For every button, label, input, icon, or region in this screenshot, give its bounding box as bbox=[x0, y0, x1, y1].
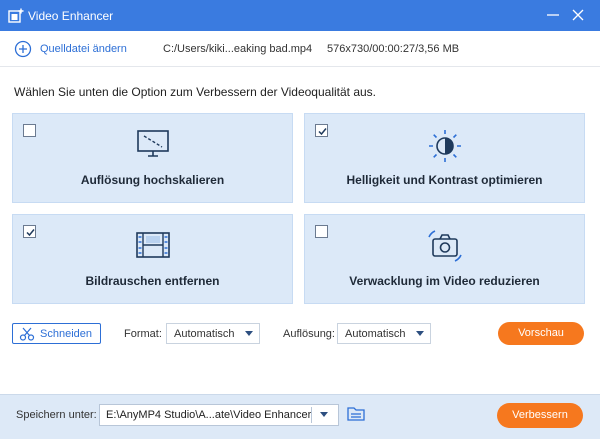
minimize-icon bbox=[547, 14, 559, 16]
minimize-button[interactable] bbox=[544, 6, 562, 24]
resolution-select[interactable]: Automatisch bbox=[337, 323, 431, 344]
change-source-label: Quelldatei ändern bbox=[40, 43, 127, 55]
file-path: C:/Users/kiki...eaking bad.mp4 bbox=[163, 43, 313, 55]
resolution-label: Auflösung: bbox=[283, 328, 335, 340]
option-checkbox-brightness[interactable] bbox=[315, 124, 328, 137]
format-select[interactable]: Automatisch bbox=[166, 323, 260, 344]
monitor-upscale-icon bbox=[136, 130, 169, 157]
chevron-down-icon bbox=[416, 331, 424, 336]
option-label-upscale: Auflösung hochskalieren bbox=[80, 173, 225, 187]
open-folder-button[interactable] bbox=[346, 405, 366, 423]
film-strip-icon bbox=[135, 232, 170, 258]
camera-shake-icon bbox=[427, 230, 462, 262]
cut-button[interactable]: Schneiden bbox=[12, 323, 101, 344]
format-label: Format: bbox=[124, 328, 162, 340]
option-label-denoise: Bildrauschen entfernen bbox=[85, 274, 220, 288]
app-add-icon bbox=[8, 8, 24, 23]
plus-circle-icon bbox=[14, 40, 32, 58]
footer-bar: Speichern unter: E:\AnyMP4 Studio\A...at… bbox=[0, 394, 600, 439]
folder-icon bbox=[347, 407, 365, 421]
window-title: Video Enhancer bbox=[28, 9, 114, 23]
save-location-label: Speichern unter: bbox=[16, 409, 97, 421]
scissors-icon bbox=[19, 327, 35, 341]
preview-button[interactable]: Vorschau bbox=[498, 322, 584, 345]
source-bar: Quelldatei ändern C:/Users/kiki...eaking… bbox=[0, 31, 600, 67]
format-value: Automatisch bbox=[174, 328, 235, 340]
save-path-select[interactable]: E:\AnyMP4 Studio\A...ate\Video Enhancer bbox=[99, 404, 339, 426]
save-path-value: E:\AnyMP4 Studio\A...ate\Video Enhancer bbox=[106, 409, 312, 421]
option-label-stabilize: Verwacklung im Video reduzieren bbox=[349, 274, 540, 288]
option-card-denoise[interactable]: Bildrauschen entfernen bbox=[12, 214, 293, 304]
chevron-down-icon bbox=[245, 331, 253, 336]
select-divider bbox=[311, 407, 312, 423]
cut-button-label: Schneiden bbox=[40, 328, 92, 340]
instruction-text: Wählen Sie unten die Option zum Verbesse… bbox=[14, 85, 377, 99]
option-checkbox-upscale[interactable] bbox=[23, 124, 36, 137]
option-label-brightness: Helligkeit und Kontrast optimieren bbox=[346, 173, 543, 187]
close-icon bbox=[572, 9, 584, 21]
checkmark-icon bbox=[26, 229, 35, 237]
chevron-down-icon bbox=[320, 412, 328, 417]
option-checkbox-denoise[interactable] bbox=[23, 225, 36, 238]
option-card-stabilize[interactable]: Verwacklung im Video reduzieren bbox=[304, 214, 585, 304]
title-bar: Video Enhancer bbox=[0, 0, 600, 31]
option-card-brightness[interactable]: Helligkeit und Kontrast optimieren bbox=[304, 113, 585, 203]
enhance-button[interactable]: Verbessern bbox=[497, 403, 583, 428]
file-info: 576x730/00:00:27/3,56 MB bbox=[327, 43, 460, 55]
option-card-upscale[interactable]: Auflösung hochskalieren bbox=[12, 113, 293, 203]
option-checkbox-stabilize[interactable] bbox=[315, 225, 328, 238]
checkmark-icon bbox=[318, 128, 327, 136]
brightness-icon bbox=[428, 130, 461, 162]
close-button[interactable] bbox=[569, 6, 587, 24]
change-source-button[interactable]: Quelldatei ändern bbox=[14, 40, 127, 58]
resolution-value: Automatisch bbox=[345, 328, 406, 340]
